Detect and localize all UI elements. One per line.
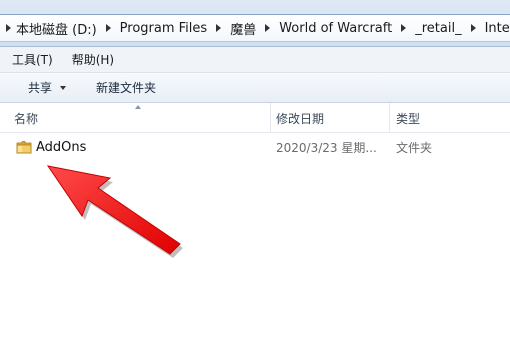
share-button-label: 共享: [28, 81, 53, 95]
breadcrumb-mosou[interactable]: 魔兽: [225, 19, 261, 38]
sort-arrow-icon: [135, 105, 141, 109]
new-folder-button[interactable]: 新建文件夹: [86, 79, 166, 96]
folder-icon: [16, 141, 32, 154]
menu-tools[interactable]: 工具(T): [5, 51, 60, 68]
address-bar[interactable]: 本地磁盘 (D:) Program Files 魔兽 World of Warc…: [0, 14, 510, 42]
column-header-name[interactable]: 名称: [14, 103, 38, 133]
breadcrumb-separator-icon[interactable]: [105, 24, 111, 32]
breadcrumb-separator-icon[interactable]: [216, 24, 222, 32]
column-divider[interactable]: [270, 103, 271, 133]
breadcrumb-program-files[interactable]: Program Files: [115, 21, 213, 36]
column-header-date-modified[interactable]: 修改日期: [276, 103, 324, 133]
breadcrumb-world-of-warcraft[interactable]: World of Warcraft: [274, 21, 397, 36]
breadcrumb-separator-icon[interactable]: [265, 24, 271, 32]
file-row-addons[interactable]: AddOns 2020/3/23 星期... 文件夹: [0, 136, 510, 158]
column-header-type[interactable]: 类型: [396, 103, 420, 133]
column-divider[interactable]: [389, 103, 390, 133]
breadcrumb-interface[interactable]: Interface: [480, 21, 510, 36]
breadcrumb-local-disk[interactable]: 本地磁盘 (D:): [11, 19, 102, 38]
file-name: AddOns: [36, 139, 87, 155]
menu-bar: 工具(T) 帮助(H): [0, 47, 510, 73]
file-date-modified: 2020/3/23 星期...: [276, 140, 377, 155]
column-header-row: 名称 修改日期 类型: [0, 103, 510, 133]
file-type: 文件夹: [396, 140, 433, 155]
address-bar-area: 本地磁盘 (D:) Program Files 魔兽 World of Warc…: [0, 0, 510, 47]
share-button[interactable]: 共享: [18, 79, 76, 96]
command-toolbar: 共享 新建文件夹: [0, 73, 510, 103]
breadcrumb-separator-icon[interactable]: [401, 24, 407, 32]
menu-help[interactable]: 帮助(H): [65, 51, 121, 68]
chevron-down-icon: [60, 85, 67, 90]
breadcrumb-retail[interactable]: _retail_: [410, 21, 466, 36]
breadcrumb-separator-icon[interactable]: [470, 24, 476, 32]
